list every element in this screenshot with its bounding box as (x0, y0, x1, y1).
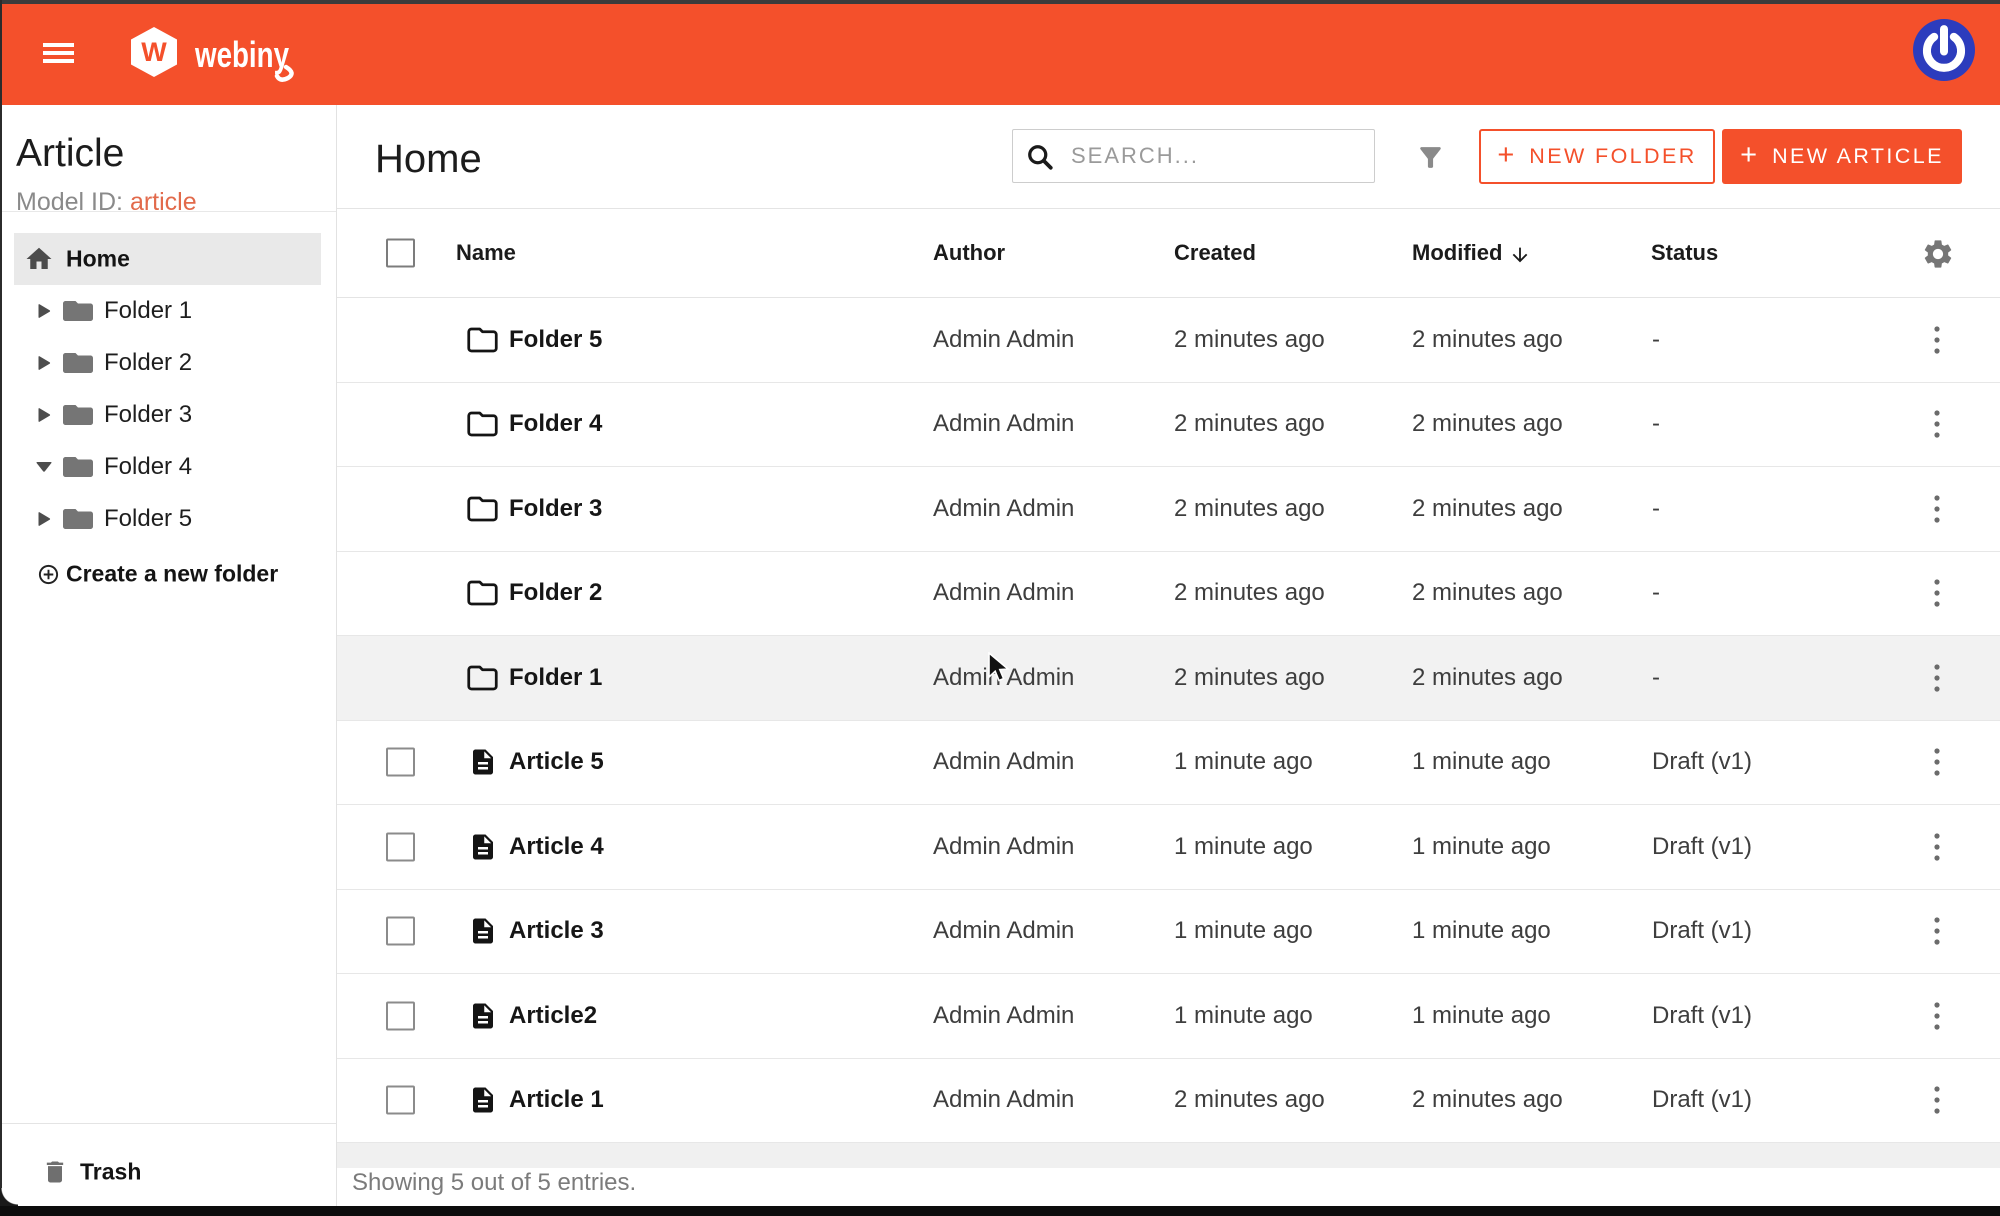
svg-text:W: W (141, 37, 167, 67)
svg-text:webiny: webiny (194, 34, 289, 75)
